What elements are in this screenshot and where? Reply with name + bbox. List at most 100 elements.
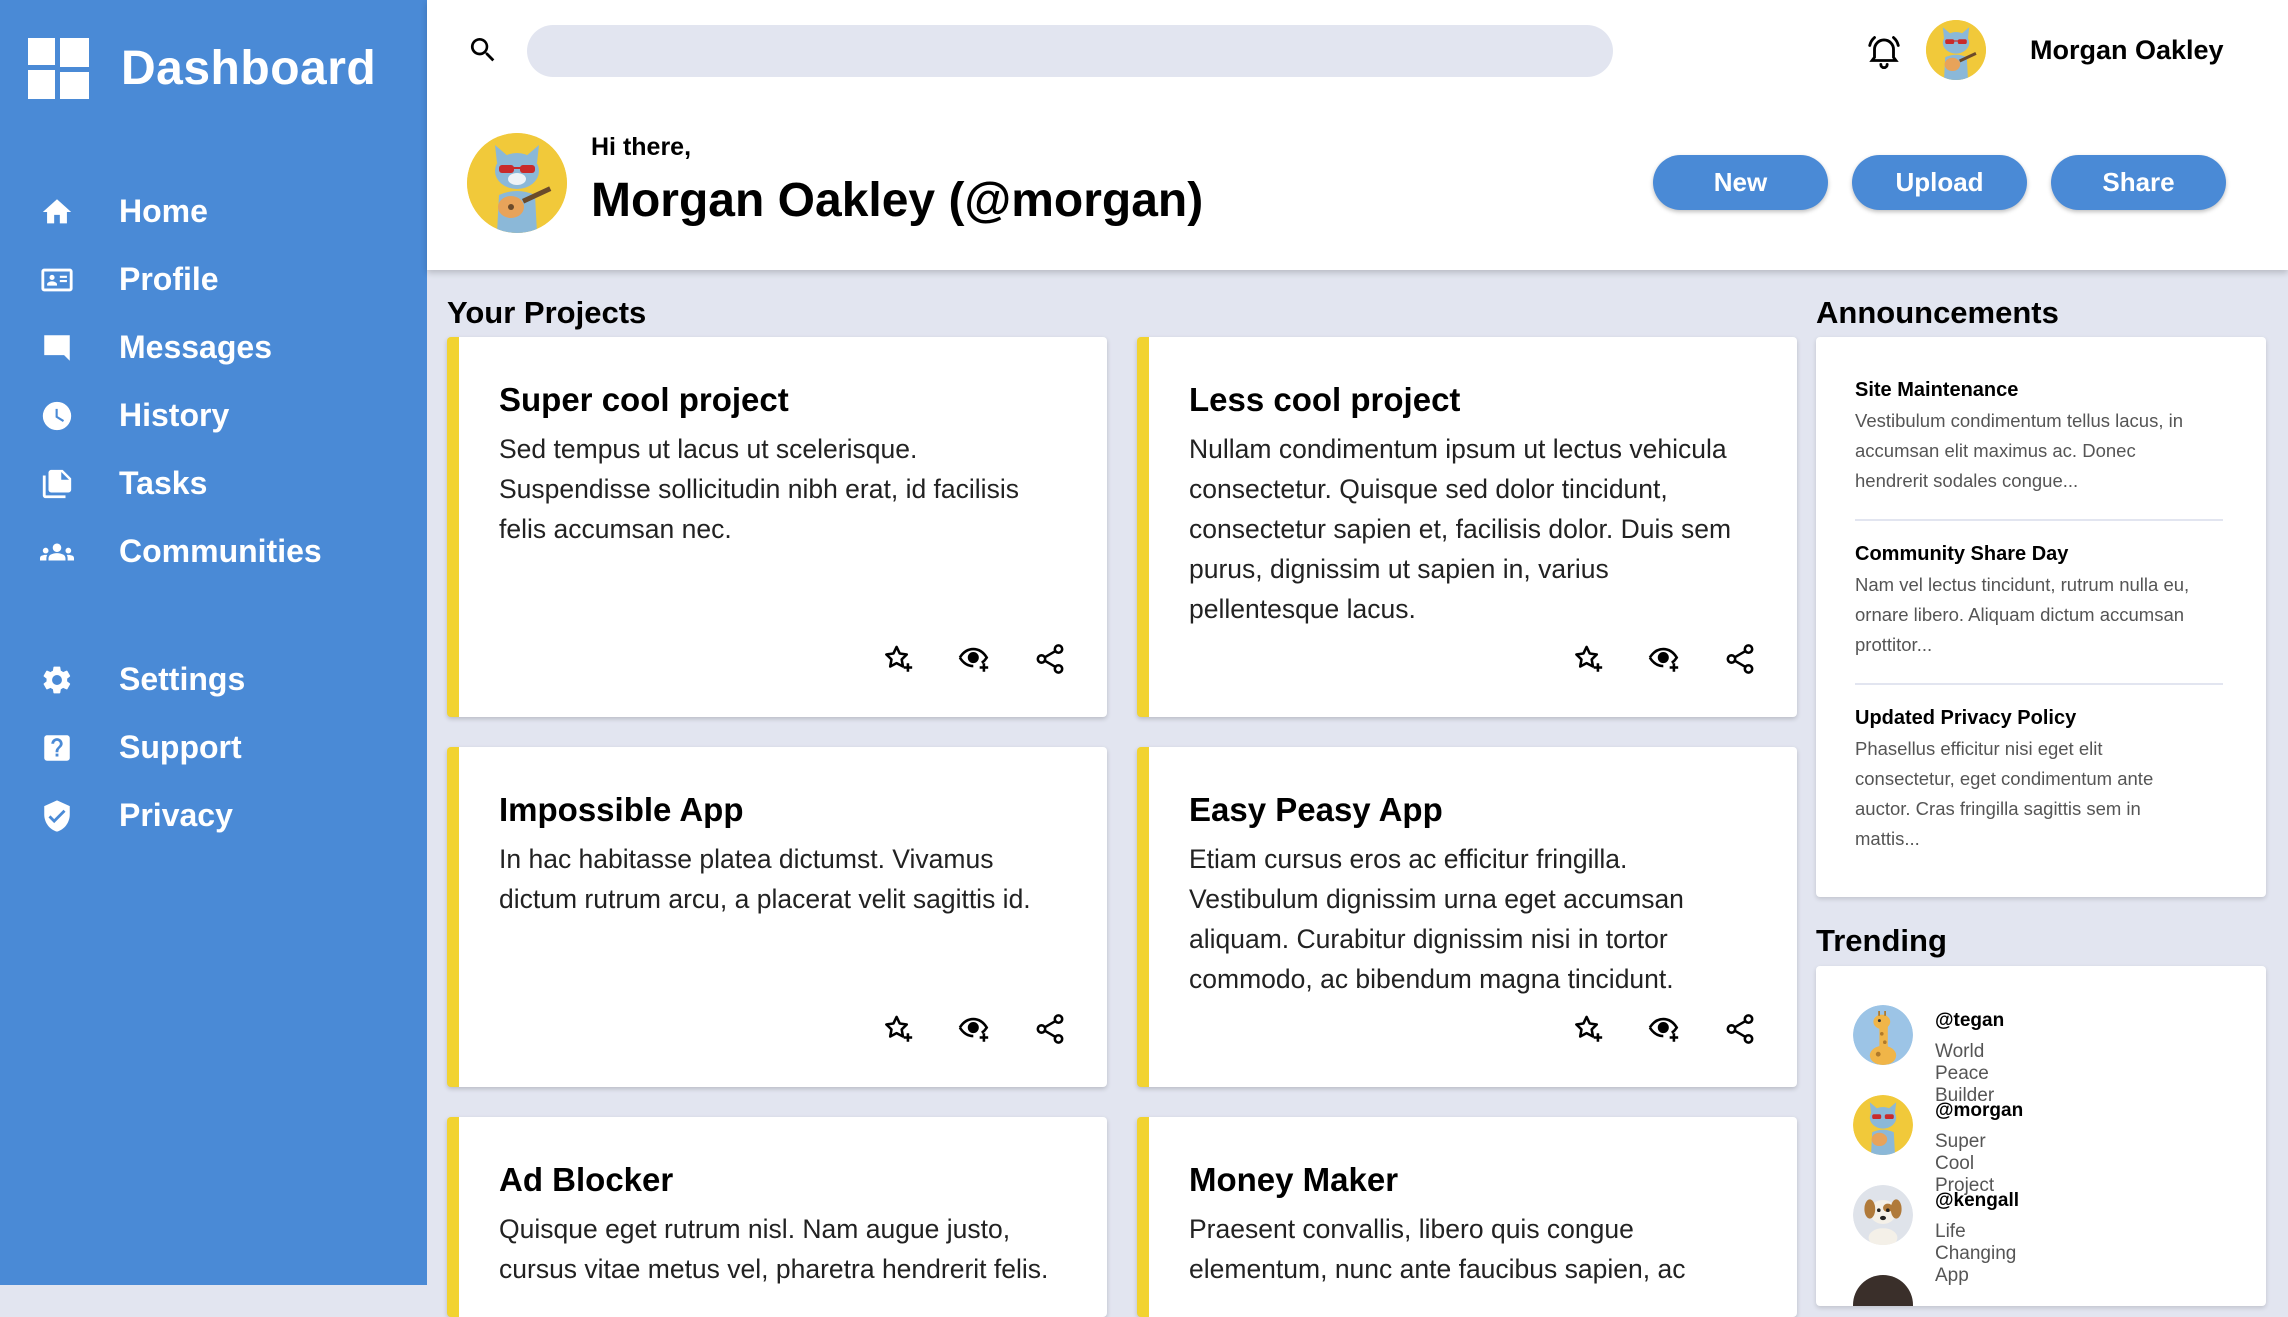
sidebar-item-support[interactable]: Support (0, 717, 427, 777)
project-card[interactable]: Money Maker Praesent convallis, libero qu… (1137, 1117, 1797, 1317)
sidebar-item-tasks[interactable]: Tasks (0, 453, 427, 513)
sidebar-item-messages[interactable]: Messages (0, 317, 427, 377)
trending-subtitle: Life Changing App (1935, 1221, 2017, 1286)
project-title: Impossible App (499, 791, 744, 828)
documents-icon (40, 467, 74, 501)
sidebar-item-label: Home (119, 192, 208, 229)
sidebar-item-label: Profile (119, 260, 219, 297)
trending-handle: @kengall (1935, 1190, 2019, 1211)
sidebar-item-label: Tasks (119, 464, 208, 501)
star-add-icon[interactable] (1571, 1012, 1605, 1046)
gear-icon (40, 663, 74, 697)
profile-card-icon (40, 263, 74, 297)
project-actions (1571, 642, 1757, 676)
project-description: Sed tempus ut lacus ut scelerisque. Suspe… (499, 434, 1019, 544)
search-icon[interactable] (467, 34, 499, 66)
sidebar: Dashboard Home Profile Messages History (0, 0, 427, 1285)
star-add-icon[interactable] (881, 1012, 915, 1046)
shield-icon (40, 799, 74, 833)
project-description: Nullam condimentum ipsum ut lectus vehic… (1189, 434, 1732, 624)
sidebar-item-settings[interactable]: Settings (0, 649, 427, 709)
watch-add-icon[interactable] (1647, 1012, 1681, 1046)
share-icon[interactable] (1033, 642, 1067, 676)
share-icon[interactable] (1723, 1012, 1757, 1046)
announcements-heading: Announcements (1816, 295, 2059, 330)
trending-handle: @morgan (1935, 1100, 2024, 1121)
upload-button[interactable]: Upload (1852, 155, 2027, 210)
watch-add-icon[interactable] (957, 1012, 991, 1046)
project-title: Less cool project (1189, 381, 1461, 418)
share-icon[interactable] (1723, 642, 1757, 676)
sidebar-item-label: Communities (119, 532, 322, 569)
project-card[interactable]: Super cool project Sed tempus ut lacus ut… (447, 337, 1107, 717)
sidebar-item-label: Privacy (119, 796, 233, 833)
sidebar-item-history[interactable]: History (0, 385, 427, 445)
announcement-body: Phasellus efficitur nisi eget elit conse… (1855, 738, 2154, 849)
trending-panel: @tegan World Peace Builder @morgan Super… (1816, 966, 2266, 1306)
dashboard-logo-icon (28, 37, 89, 99)
project-actions (881, 642, 1067, 676)
sidebar-item-profile[interactable]: Profile (0, 249, 427, 309)
sidebar-item-label: Support (119, 728, 242, 765)
watch-add-icon[interactable] (957, 642, 991, 676)
new-button[interactable]: New (1653, 155, 1828, 210)
star-add-icon[interactable] (1571, 642, 1605, 676)
project-card[interactable]: Impossible App In hac habitasse platea di… (447, 747, 1107, 1087)
project-description: In hac habitasse platea dictumst. Vivamu… (499, 844, 1031, 914)
project-card[interactable]: Less cool project Nullam condimentum ipsu… (1137, 337, 1797, 717)
share-button[interactable]: Share (2051, 155, 2226, 210)
project-description: Praesent convallis, libero quis congue el… (1189, 1214, 1686, 1284)
project-actions (1571, 1012, 1757, 1046)
cat-avatar (1853, 1095, 1913, 1155)
message-icon (40, 331, 74, 365)
help-icon (40, 731, 74, 765)
sidebar-item-label: Messages (119, 328, 272, 365)
announcement-body: Vestibulum condimentum tellus lacus, in … (1855, 410, 2184, 491)
greeting: Hi there, (591, 133, 692, 161)
divider (1855, 683, 2223, 685)
announcements-panel: Site Maintenance Vestibulum condimentum … (1816, 337, 2266, 897)
trending-heading: Trending (1816, 923, 1947, 958)
sidebar-item-home[interactable]: Home (0, 181, 427, 241)
header-username[interactable]: Morgan Oakley (2030, 35, 2224, 66)
announcement-item[interactable]: Community Share Day Nam vel lectus tinci… (1855, 543, 2223, 660)
star-add-icon[interactable] (881, 642, 915, 676)
project-title: Money Maker (1189, 1161, 1399, 1198)
search-input[interactable] (527, 25, 1613, 77)
people-icon (40, 535, 74, 569)
watch-add-icon[interactable] (1647, 642, 1681, 676)
brand[interactable]: Dashboard (28, 36, 376, 100)
home-icon (40, 195, 74, 229)
sidebar-item-label: History (119, 396, 230, 433)
sidebar-item-privacy[interactable]: Privacy (0, 785, 427, 845)
announcement-title: Updated Privacy Policy (1855, 707, 2077, 729)
sidebar-item-label: Settings (119, 660, 246, 697)
trending-subtitle: World Peace Builder (1935, 1041, 1995, 1106)
bell-icon[interactable] (1865, 32, 1903, 70)
sidebar-item-communities[interactable]: Communities (0, 521, 427, 581)
share-icon[interactable] (1033, 1012, 1067, 1046)
project-title: Super cool project (499, 381, 789, 418)
project-card[interactable]: Ad Blocker Quisque eget rutrum nisl. Nam … (447, 1117, 1107, 1317)
avatar (1853, 1275, 1913, 1306)
dog-avatar (1853, 1185, 1913, 1245)
project-actions (881, 1012, 1067, 1046)
project-card[interactable]: Easy Peasy App Etiam cursus eros ac effic… (1137, 747, 1797, 1087)
page-title: Morgan Oakley (@morgan) (591, 174, 1204, 227)
announcement-item[interactable]: Site Maintenance Vestibulum condimentum … (1855, 379, 2223, 496)
announcement-item[interactable]: Updated Privacy Policy Phasellus efficit… (1855, 707, 2223, 854)
profile-avatar (467, 133, 567, 233)
project-description: Quisque eget rutrum nisl. Nam augue just… (499, 1214, 1049, 1284)
announcement-body: Nam vel lectus tincidunt, rutrum nulla e… (1855, 574, 2190, 655)
announcement-title: Site Maintenance (1855, 379, 2019, 401)
giraffe-avatar (1853, 1005, 1913, 1065)
divider (1855, 519, 2223, 521)
avatar[interactable] (1926, 20, 1986, 80)
trending-subtitle: Super Cool Project (1935, 1131, 1995, 1196)
announcement-title: Community Share Day (1855, 543, 2069, 565)
project-description: Etiam cursus eros ac efficitur fringilla… (1189, 844, 1684, 994)
projects-heading: Your Projects (447, 295, 647, 330)
clock-icon (40, 399, 74, 433)
trending-handle: @tegan (1935, 1010, 2005, 1031)
project-title: Easy Peasy App (1189, 791, 1443, 828)
